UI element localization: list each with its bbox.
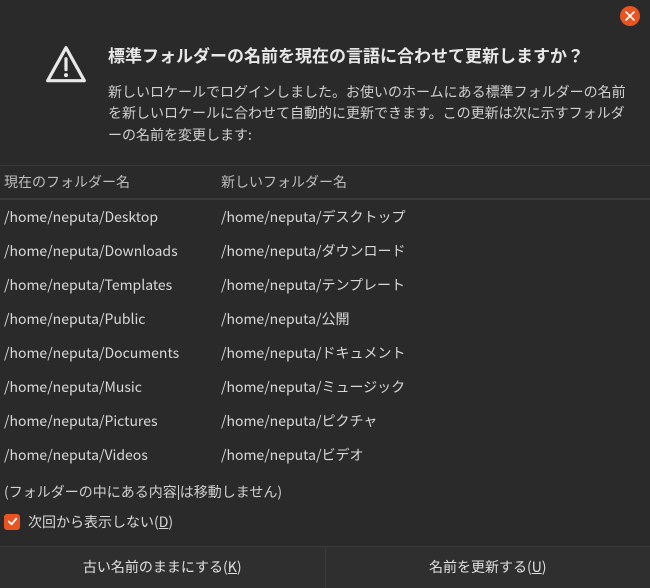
table-body: /home/neputa/Desktop/home/neputa/デスクトップ/… [0, 200, 650, 472]
check-icon [7, 516, 18, 527]
checkbox-label-end: ) [168, 512, 173, 532]
table-row[interactable]: /home/neputa/Downloads/home/neputa/ダウンロー… [0, 234, 650, 268]
cell-new-path: /home/neputa/ビデオ [215, 445, 650, 465]
table-row[interactable]: /home/neputa/Templates/home/neputa/テンプレー… [0, 268, 650, 302]
checkbox-label-main: 次回から表示しない( [28, 512, 159, 532]
dont-show-again-row[interactable]: 次回から表示しない(D) [0, 508, 650, 546]
dialog-description: 新しいロケールでログインしました。お使いのホームにある標準フォルダーの名前を新し… [108, 82, 626, 147]
table-row[interactable]: /home/neputa/Videos/home/neputa/ビデオ [0, 438, 650, 472]
cell-current-path: /home/neputa/Desktop [0, 207, 215, 227]
dialog-header: 標準フォルダーの名前を現在の言語に合わせて更新しますか？ 新しいロケールでログイ… [24, 42, 626, 147]
update-label-main: 名前を更新する( [429, 557, 532, 577]
cell-current-path: /home/neputa/Templates [0, 275, 215, 295]
cell-current-path: /home/neputa/Documents [0, 343, 215, 363]
cell-new-path: /home/neputa/テンプレート [215, 275, 650, 295]
keep-label-main: 古い名前のままにする( [83, 557, 228, 577]
text-caret [178, 485, 179, 500]
dialog-title: 標準フォルダーの名前を現在の言語に合わせて更新しますか？ [108, 42, 626, 68]
close-icon [625, 11, 635, 21]
header-new: 新しいフォルダー名 [215, 172, 650, 192]
cell-new-path: /home/neputa/ダウンロード [215, 241, 650, 261]
table-row[interactable]: /home/neputa/Documents/home/neputa/ドキュメン… [0, 336, 650, 370]
cell-current-path: /home/neputa/Public [0, 309, 215, 329]
titlebar [0, 0, 650, 32]
header-current: 現在のフォルダー名 [0, 172, 215, 192]
button-bar: 古い名前のままにする(K) 名前を更新する(U) [0, 546, 650, 588]
keep-old-names-button[interactable]: 古い名前のままにする(K) [0, 547, 326, 588]
keep-label-key: K [228, 557, 237, 577]
cell-current-path: /home/neputa/Videos [0, 445, 215, 465]
update-label-key: U [532, 557, 542, 577]
table-row[interactable]: /home/neputa/Desktop/home/neputa/デスクトップ [0, 200, 650, 234]
cell-new-path: /home/neputa/デスクトップ [215, 207, 650, 227]
close-button[interactable] [620, 6, 640, 26]
table-row[interactable]: /home/neputa/Music/home/neputa/ミュージック [0, 370, 650, 404]
cell-new-path: /home/neputa/ミュージック [215, 377, 650, 397]
note-text: (フォルダーの中にある内容は移動しません) [0, 472, 650, 508]
table-row[interactable]: /home/neputa/Public/home/neputa/公開 [0, 302, 650, 336]
dont-show-again-checkbox[interactable] [4, 514, 20, 530]
keep-label-end: ) [237, 557, 242, 577]
update-names-button[interactable]: 名前を更新する(U) [326, 547, 650, 588]
cell-current-path: /home/neputa/Music [0, 377, 215, 397]
checkbox-label: 次回から表示しない(D) [28, 512, 173, 532]
folder-table: 現在のフォルダー名 新しいフォルダー名 /home/neputa/Desktop… [0, 166, 650, 472]
note-after: は移動しません) [180, 482, 282, 502]
cell-current-path: /home/neputa/Pictures [0, 411, 215, 431]
update-label-end: ) [542, 557, 547, 577]
header-text: 標準フォルダーの名前を現在の言語に合わせて更新しますか？ 新しいロケールでログイ… [108, 42, 626, 147]
dialog-content: 標準フォルダーの名前を現在の言語に合わせて更新しますか？ 新しいロケールでログイ… [0, 32, 650, 151]
cell-new-path: /home/neputa/ピクチャ [215, 411, 650, 431]
note-before: (フォルダーの中にある内容 [4, 482, 177, 502]
cell-new-path: /home/neputa/ドキュメント [215, 343, 650, 363]
checkbox-label-key: D [159, 512, 169, 532]
cell-current-path: /home/neputa/Downloads [0, 241, 215, 261]
table-row[interactable]: /home/neputa/Pictures/home/neputa/ピクチャ [0, 404, 650, 438]
table-header-row: 現在のフォルダー名 新しいフォルダー名 [0, 166, 650, 200]
warning-icon [44, 44, 88, 88]
cell-new-path: /home/neputa/公開 [215, 309, 650, 329]
